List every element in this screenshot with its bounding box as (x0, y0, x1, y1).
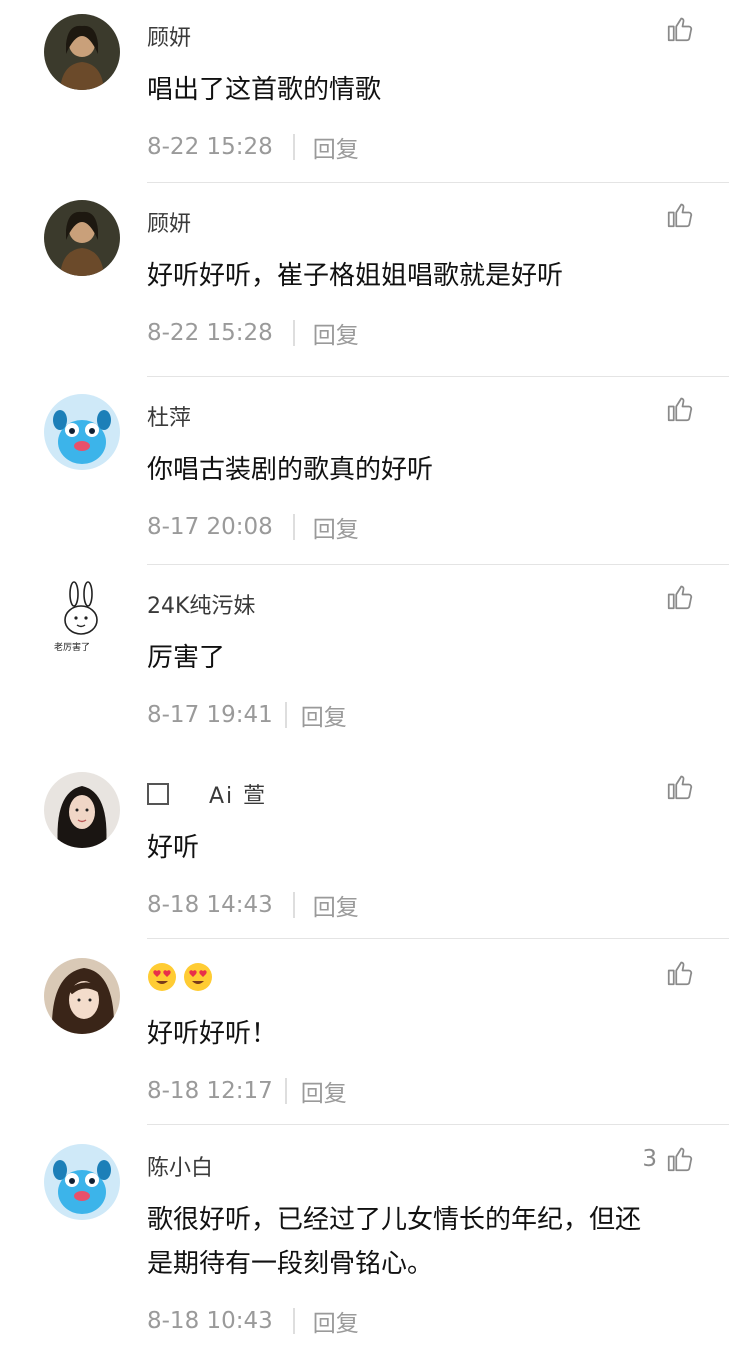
like-button[interactable] (657, 772, 695, 802)
comment-text-line: 是期待有一段刻骨铭心。 (147, 1249, 434, 1279)
thumbs-up-icon (667, 397, 693, 422)
avatar[interactable] (44, 1144, 120, 1220)
thumbs-up-icon (667, 17, 693, 42)
avatar[interactable] (44, 958, 120, 1034)
comment-text-line: 歌很好听，已经过了儿女情长的年纪，但还 (147, 1205, 642, 1235)
heart-eyes-emoji-icon (184, 963, 212, 991)
avatar[interactable]: 老厉害了 (44, 580, 120, 656)
divider (147, 564, 729, 565)
comment-text: 唱出了这首歌的情歌 (147, 75, 382, 105)
timestamp: 8-22 15:28 (147, 134, 273, 160)
username[interactable]: 24K纯污妹 (147, 588, 255, 620)
reply-button[interactable]: 回复 (313, 316, 359, 350)
timestamp: 8-18 12:17 (147, 1078, 273, 1104)
like-button[interactable]: 3 (642, 1144, 695, 1174)
comment-meta: 8-17 20:08 回复 (147, 510, 359, 544)
meta-separator (292, 892, 295, 918)
thumbs-up-icon (667, 961, 693, 986)
meta-separator (284, 1078, 287, 1104)
timestamp: 8-22 15:28 (147, 320, 273, 346)
comment-meta: 8-18 12:17 回复 (147, 1074, 347, 1108)
thumbs-up-icon (667, 1147, 693, 1172)
timestamp: 8-17 20:08 (147, 514, 273, 540)
heart-eyes-emoji-icon (148, 963, 176, 991)
comment-text: 好听好听，崔子格姐姐唱歌就是好听 (147, 261, 564, 291)
like-button[interactable] (657, 200, 695, 230)
comment-meta: 8-17 19:41 回复 (147, 698, 347, 732)
comment-text: 歌很好听，已经过了儿女情长的年纪，但还 是期待有一段刻骨铭心。 (147, 1198, 707, 1286)
divider (147, 938, 729, 939)
username[interactable]: Ai 萱 (147, 778, 267, 810)
thumbs-up-icon (667, 775, 693, 800)
comment-meta: 8-22 15:28 回复 (147, 316, 359, 350)
comment-meta: 8-18 10:43 回复 (147, 1304, 359, 1338)
timestamp: 8-17 19:41 (147, 702, 273, 728)
comment-text: 好听好听！ (147, 1019, 278, 1049)
timestamp: 8-18 10:43 (147, 1308, 273, 1334)
avatar[interactable] (44, 772, 120, 848)
like-button[interactable] (657, 14, 695, 44)
avatar[interactable] (44, 14, 120, 90)
meta-separator (292, 134, 295, 160)
username-text: Ai 萱 (209, 784, 268, 809)
username[interactable] (147, 962, 219, 992)
reply-button[interactable]: 回复 (301, 698, 347, 732)
avatar[interactable] (44, 200, 120, 276)
meta-separator (284, 702, 287, 728)
reply-button[interactable]: 回复 (313, 130, 359, 164)
timestamp: 8-18 14:43 (147, 892, 273, 918)
meta-separator (292, 514, 295, 540)
square-glyph-icon (147, 783, 169, 805)
sticker-caption: 老厉害了 (54, 641, 90, 653)
comment-text: 厉害了 (147, 643, 226, 673)
thumbs-up-icon (667, 203, 693, 228)
like-count: 3 (642, 1146, 657, 1172)
like-button[interactable] (657, 394, 695, 424)
divider (147, 182, 729, 183)
comment-text: 你唱古装剧的歌真的好听 (147, 455, 434, 485)
comment-meta: 8-22 15:28 回复 (147, 130, 359, 164)
like-button[interactable] (657, 582, 695, 612)
username[interactable]: 顾妍 (147, 206, 191, 238)
reply-button[interactable]: 回复 (313, 888, 359, 922)
divider (147, 1124, 729, 1125)
reply-button[interactable]: 回复 (301, 1074, 347, 1108)
meta-separator (292, 320, 295, 346)
meta-separator (292, 1308, 295, 1334)
avatar[interactable] (44, 394, 120, 470)
comment-meta: 8-18 14:43 回复 (147, 888, 359, 922)
thumbs-up-icon (667, 585, 693, 610)
comment-text: 好听 (147, 833, 200, 863)
like-button[interactable] (657, 958, 695, 988)
reply-button[interactable]: 回复 (313, 510, 359, 544)
username[interactable]: 顾妍 (147, 20, 191, 52)
reply-button[interactable]: 回复 (313, 1304, 359, 1338)
divider (147, 376, 729, 377)
username[interactable]: 陈小白 (147, 1150, 213, 1182)
username[interactable]: 杜萍 (147, 400, 191, 432)
